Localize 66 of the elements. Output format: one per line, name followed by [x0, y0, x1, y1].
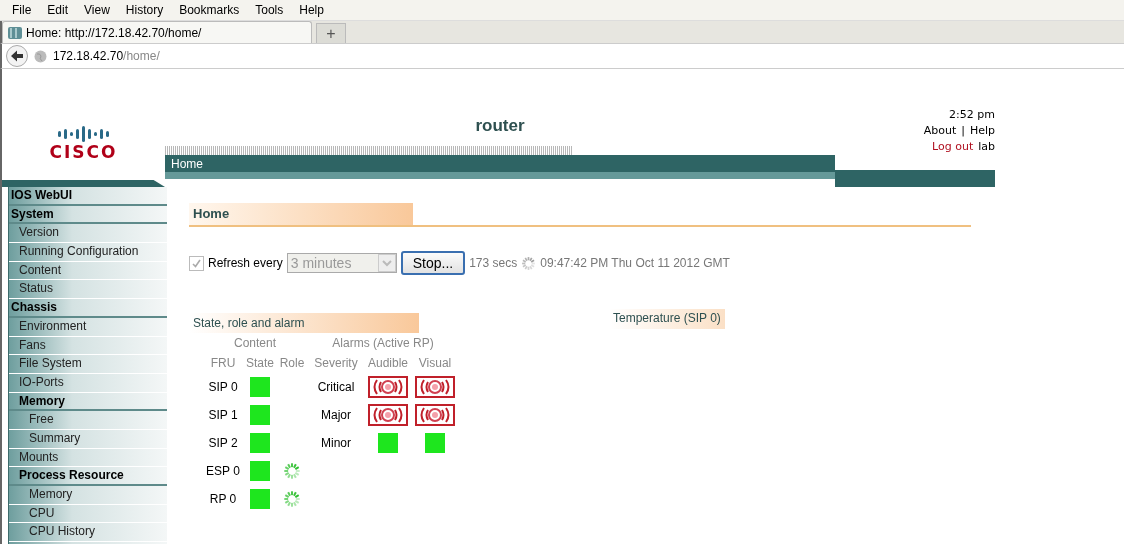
- loading-spinner-icon: [283, 462, 301, 480]
- sidebar-item[interactable]: Free: [9, 411, 167, 430]
- back-arrow-icon: [10, 50, 24, 62]
- address-field[interactable]: 172.18.42.70/home/: [53, 49, 160, 63]
- column-group-header: Content: [233, 335, 277, 352]
- column-header: Role: [278, 355, 306, 372]
- header-link[interactable]: About: [923, 124, 957, 137]
- loading-spinner-icon: [521, 255, 537, 271]
- fru-name: RP 0: [208, 491, 238, 508]
- sidebar-section[interactable]: System: [9, 205, 167, 225]
- sidebar-item[interactable]: Mounts: [9, 448, 167, 468]
- sidebar-item[interactable]: Content: [9, 261, 167, 281]
- column-header: State: [245, 355, 275, 372]
- column-group-header: Alarms (Active RP): [331, 335, 435, 352]
- countdown-text: 173 secs: [469, 256, 518, 270]
- menu-item[interactable]: Help: [291, 3, 332, 17]
- sidebar-section[interactable]: Chassis: [9, 299, 167, 318]
- fru-name: SIP 2: [207, 435, 239, 452]
- sidebar-section[interactable]: Process Resource: [9, 467, 167, 486]
- new-tab-button[interactable]: +: [316, 23, 346, 43]
- sidebar-item[interactable]: Summary: [9, 429, 167, 449]
- column-header: Audible: [367, 355, 409, 372]
- clock-time: 2:52 pm: [949, 108, 995, 121]
- sidebar-section[interactable]: Memory: [9, 392, 167, 412]
- menu-item[interactable]: History: [117, 3, 172, 17]
- refresh-label: Refresh every: [208, 256, 283, 270]
- link-separator: |: [961, 124, 965, 137]
- server-icon: [7, 25, 23, 40]
- nav-link[interactable]: Home: [171, 156, 203, 171]
- sidebar-item[interactable]: Version: [9, 224, 167, 244]
- back-button[interactable]: [6, 45, 28, 67]
- fru-name: ESP 0: [205, 463, 241, 480]
- sidebar-item[interactable]: Fans: [9, 336, 167, 356]
- header-link[interactable]: Help: [969, 124, 995, 137]
- page-title: router: [474, 115, 526, 137]
- menu-item[interactable]: Edit: [39, 3, 77, 17]
- fru-name: SIP 0: [207, 379, 239, 396]
- section-heading: Home: [189, 203, 413, 225]
- logo-bars-icon: [56, 126, 111, 142]
- sidebar-item[interactable]: CPU: [9, 504, 167, 524]
- sidebar-title: IOS WebUI: [9, 187, 167, 206]
- sidebar-item[interactable]: CPU History: [9, 523, 167, 543]
- sidebar-item[interactable]: Status: [9, 280, 167, 300]
- sidebar-item[interactable]: File System: [9, 355, 167, 374]
- column-header: FRU: [209, 355, 237, 372]
- browser-tab[interactable]: Home: http://172.18.42.70/home/: [2, 21, 312, 43]
- menu-item[interactable]: Bookmarks: [171, 3, 248, 17]
- sidebar-item[interactable]: Memory: [9, 486, 167, 505]
- sidebar-item[interactable]: Running Configuration: [9, 243, 167, 262]
- sidebar-item[interactable]: Environment: [9, 317, 167, 337]
- menu-item[interactable]: File: [4, 3, 40, 17]
- column-header: Visual: [417, 355, 453, 372]
- menu-item[interactable]: View: [76, 3, 118, 17]
- timestamp-text: 09:47:42 PM Thu Oct 11 2012 GMT: [540, 256, 730, 270]
- severity-label: Minor: [320, 435, 352, 452]
- loading-spinner-icon: [283, 490, 301, 508]
- logout-link[interactable]: Log out: [932, 140, 974, 153]
- column-header: Severity: [313, 355, 359, 372]
- severity-label: Critical: [316, 379, 356, 396]
- logo-text: CISCO: [49, 142, 118, 162]
- fru-name: SIP 1: [207, 407, 239, 424]
- user-name: lab: [978, 140, 995, 153]
- globe-icon: [34, 49, 47, 63]
- menu-item[interactable]: Tools: [247, 3, 292, 17]
- severity-label: Major: [320, 407, 352, 424]
- sidebar-item[interactable]: IO-Ports: [9, 373, 167, 393]
